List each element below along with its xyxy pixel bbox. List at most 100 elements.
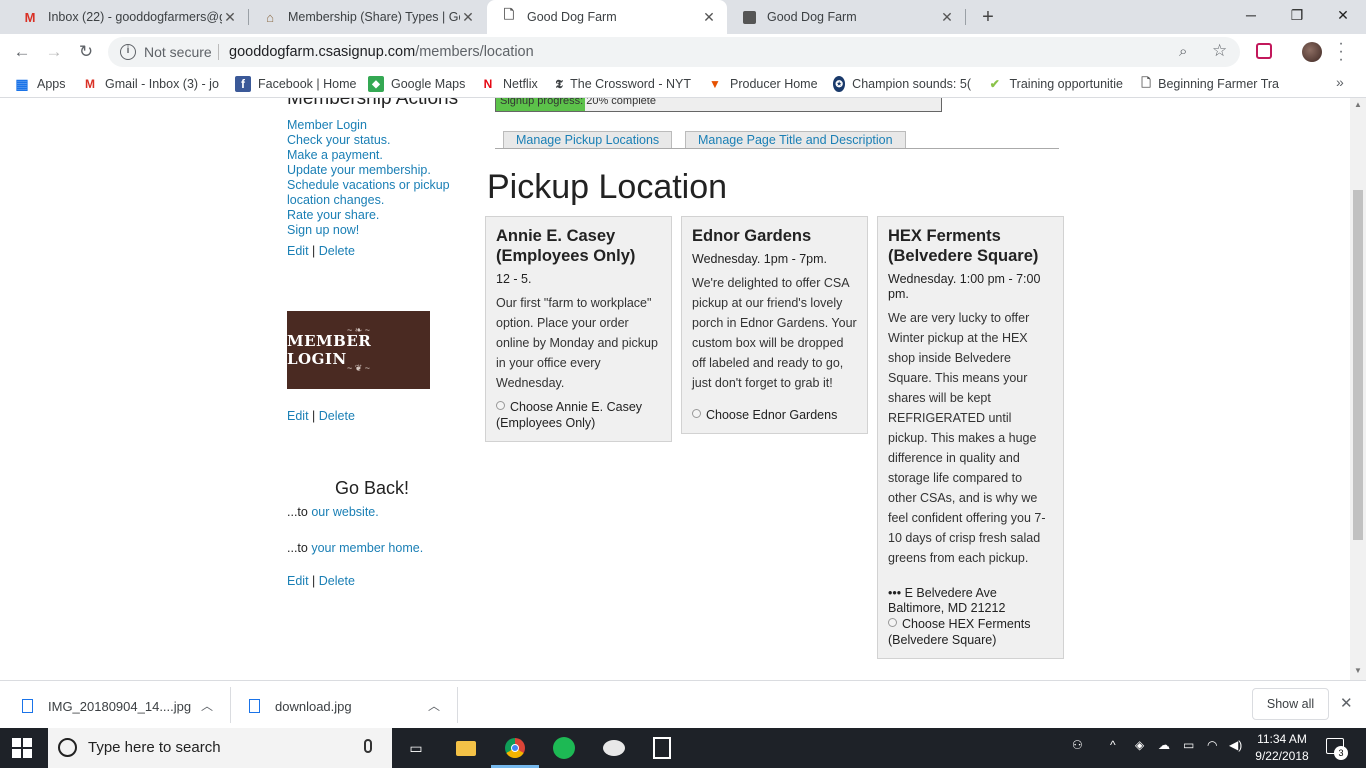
- radio-icon[interactable]: [888, 618, 897, 627]
- people-icon[interactable]: ⚇: [1072, 738, 1083, 752]
- new-tab-button[interactable]: +: [976, 4, 1000, 30]
- member-login-image[interactable]: ~ ❧ ~ MEMBER LOGIN ~ ❦ ~: [287, 311, 430, 389]
- signup-progress-bar: Signup progress: 20% complete: [495, 98, 942, 112]
- location-name: HEX Ferments (Belvedere Square): [888, 227, 1039, 265]
- url-text[interactable]: gooddogfarm.csasignup.com/members/locati…: [229, 44, 534, 60]
- make-payment-link[interactable]: Make a payment.: [287, 148, 383, 162]
- delete-link[interactable]: Delete: [319, 244, 355, 258]
- task-view-icon[interactable]: ▭: [404, 736, 428, 760]
- extension-icon[interactable]: [1256, 43, 1272, 59]
- tab-membership-types[interactable]: ⌂ Membership (Share) Types | Good ✕: [248, 0, 486, 34]
- chrome-icon[interactable]: [503, 736, 527, 760]
- zoom-icon[interactable]: ⌕: [1179, 43, 1187, 60]
- tab-manage-pickup-locations[interactable]: Manage Pickup Locations: [503, 131, 673, 148]
- back-arrow-icon[interactable]: ←: [10, 40, 34, 64]
- spotify-icon[interactable]: [552, 736, 576, 760]
- file-explorer-icon[interactable]: [454, 736, 478, 760]
- minimize-icon[interactable]: ─: [1228, 0, 1274, 30]
- edit-link[interactable]: Edit: [287, 409, 309, 423]
- forward-arrow-icon[interactable]: →: [42, 40, 66, 64]
- tab-gmail-inbox[interactable]: M Inbox (22) - gooddogfarmers@gm ✕: [8, 0, 248, 34]
- close-icon[interactable]: ✕: [460, 9, 476, 26]
- tab-title: Membership (Share) Types | Good: [288, 10, 460, 24]
- bookmark-apps[interactable]: ▦ Apps: [14, 75, 65, 93]
- image-file-icon: [22, 699, 33, 713]
- update-membership-link[interactable]: Update your membership.: [287, 163, 431, 177]
- choose-location-radio[interactable]: Choose Ednor Gardens: [692, 408, 837, 422]
- wifi-icon[interactable]: ◠: [1207, 738, 1217, 752]
- our-website-link[interactable]: our website.: [311, 505, 378, 519]
- radio-icon[interactable]: [692, 409, 701, 418]
- paint-icon[interactable]: [602, 736, 626, 760]
- location-address: ••• E Belvedere Ave Baltimore, MD 21212: [888, 586, 1006, 615]
- rate-share-link[interactable]: Rate your share.: [287, 208, 379, 222]
- bookmark-facebook[interactable]: f Facebook | Home: [235, 75, 356, 93]
- bookmark-google-maps[interactable]: ◆ Google Maps: [368, 75, 465, 93]
- bookmark-producer-home[interactable]: ▼ Producer Home: [707, 75, 818, 93]
- scroll-down-arrow-icon[interactable]: ▼: [1354, 666, 1362, 675]
- calculator-icon[interactable]: [650, 736, 674, 760]
- security-label[interactable]: Not secure: [144, 44, 212, 60]
- gmail-icon: M: [24, 9, 36, 25]
- schedule-vacations-link[interactable]: Schedule vacations or pickup location ch…: [287, 178, 450, 207]
- info-icon[interactable]: i: [120, 44, 136, 60]
- volume-icon[interactable]: ◀): [1229, 738, 1242, 752]
- menu-dots-icon[interactable]: · · ·: [1336, 36, 1346, 68]
- reload-icon[interactable]: ↻: [74, 40, 98, 64]
- download-item-img[interactable]: IMG_20180904_14....jpg: [22, 689, 191, 723]
- scroll-thumb[interactable]: [1353, 190, 1363, 540]
- member-login-link[interactable]: Member Login: [287, 118, 367, 132]
- house-icon: ⌂: [266, 9, 274, 25]
- download-item-download[interactable]: download.jpg: [249, 689, 352, 723]
- go-back-heading: Go Back!: [335, 478, 410, 498]
- window-close-icon[interactable]: ✕: [1320, 0, 1366, 30]
- bookmark-netflix[interactable]: N Netflix: [480, 75, 538, 93]
- close-icon[interactable]: ✕: [939, 9, 955, 26]
- location-time: 12 - 5.: [496, 272, 532, 286]
- close-icon[interactable]: ✕: [701, 9, 717, 26]
- delete-link[interactable]: Delete: [319, 574, 355, 588]
- chevron-up-icon[interactable]: ^: [1110, 738, 1116, 752]
- bookmark-champion-sounds[interactable]: ✪ Champion sounds: 5(: [833, 75, 971, 93]
- bookmark-crossword[interactable]: 𝕿 The Crossword - NYT: [555, 75, 691, 93]
- windows-start-icon[interactable]: [12, 738, 32, 758]
- edit-link[interactable]: Edit: [287, 244, 309, 258]
- close-icon[interactable]: ✕: [1340, 694, 1353, 712]
- taskbar-search[interactable]: Type here to search: [48, 728, 392, 768]
- leaf-icon: ✔: [989, 77, 1000, 91]
- member-home-link[interactable]: your member home.: [311, 541, 423, 555]
- shield-icon[interactable]: ◈: [1135, 738, 1144, 752]
- microphone-icon[interactable]: [364, 739, 372, 753]
- address-bar[interactable]: i Not secure gooddogfarm.csasignup.com/m…: [108, 37, 1240, 67]
- chevron-up-icon[interactable]: ︿: [201, 697, 213, 714]
- bookmark-gmail[interactable]: M Gmail - Inbox (3) - jo: [82, 75, 222, 93]
- check-status-link[interactable]: Check your status.: [287, 133, 391, 147]
- bookmark-training[interactable]: ✔ Training opportunitie: [987, 75, 1123, 93]
- choose-location-radio[interactable]: Choose Annie E. Casey (Employees Only): [496, 400, 642, 430]
- page-scrollbar[interactable]: ▲ ▼: [1350, 98, 1366, 680]
- profile-avatar[interactable]: [1302, 42, 1322, 62]
- taskbar-clock[interactable]: 11:34 AM 9/22/2018: [1252, 731, 1312, 765]
- sign-up-link[interactable]: Sign up now!: [287, 223, 359, 237]
- champion-icon: ✪: [833, 76, 846, 92]
- delete-link[interactable]: Delete: [319, 409, 355, 423]
- close-icon[interactable]: ✕: [222, 9, 238, 26]
- radio-icon[interactable]: [496, 401, 505, 410]
- tab-manage-page-title[interactable]: Manage Page Title and Description: [685, 131, 906, 148]
- choose-location-radio[interactable]: Choose HEX Ferments (Belvedere Square): [888, 617, 1031, 647]
- double-chevron-right-icon[interactable]: »: [1336, 74, 1344, 90]
- admin-tabs: Manage Pickup Locations Manage Page Titl…: [495, 131, 1059, 149]
- bookmark-star-icon[interactable]: ☆: [1212, 41, 1227, 61]
- restore-icon[interactable]: ❐: [1274, 0, 1320, 30]
- gmail-icon: M: [85, 77, 95, 91]
- location-card-ednor-gardens: Ednor Gardens Wednesday. 1pm - 7pm. We'r…: [681, 216, 868, 434]
- tab-good-dog-farm-active[interactable]: 🗋 Good Dog Farm ✕: [487, 0, 727, 34]
- show-all-button[interactable]: Show all: [1252, 688, 1329, 720]
- cloud-icon[interactable]: ☁: [1158, 738, 1170, 752]
- bookmark-beginning-farmer[interactable]: 🗋 Beginning Farmer Tra: [1141, 75, 1279, 93]
- tab-good-dog-farm[interactable]: Good Dog Farm ✕: [727, 0, 965, 34]
- scroll-up-arrow-icon[interactable]: ▲: [1354, 100, 1362, 109]
- edit-link[interactable]: Edit: [287, 574, 309, 588]
- chevron-up-icon[interactable]: ︿: [428, 697, 440, 714]
- battery-icon[interactable]: ▭: [1183, 738, 1194, 752]
